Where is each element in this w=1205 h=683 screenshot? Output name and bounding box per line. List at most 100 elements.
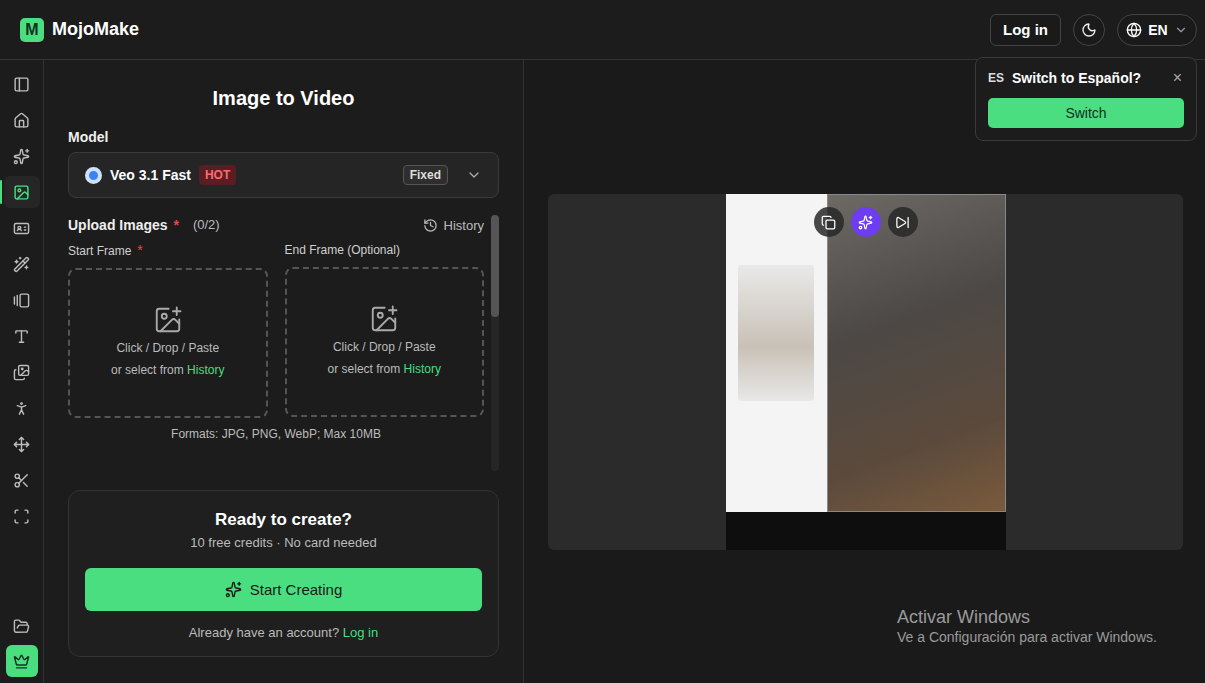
cta-subtitle: 10 free credits · No card needed	[190, 535, 376, 550]
drop-zone[interactable]: Click / Drop / Pasteor select from Histo…	[285, 267, 485, 417]
sidebar-item[interactable]	[4, 68, 40, 100]
watermark-title: Activar Windows	[897, 606, 1157, 628]
expand-icon	[13, 508, 30, 525]
upload-count: (0/2)	[193, 215, 220, 235]
close-button[interactable]: ×	[1171, 70, 1184, 86]
upload-scroll-area: Upload Images *(0/2)HistoryStart Frame *…	[68, 215, 499, 471]
sidebar-item[interactable]	[6, 645, 38, 677]
copy-icon	[821, 215, 836, 230]
example-image	[726, 194, 1006, 550]
activation-watermark: Activar WindowsVe a Configuración para a…	[897, 606, 1157, 646]
image-plus-icon	[369, 304, 399, 334]
frame-label: End Frame (Optional)	[285, 242, 485, 258]
image-video-icon	[13, 184, 30, 201]
home-icon	[13, 112, 30, 129]
sidebar-item[interactable]	[4, 356, 40, 388]
required-mark: *	[133, 242, 142, 258]
sidebar-item[interactable]	[4, 320, 40, 352]
drop-zone[interactable]: Click / Drop / Pasteor select from Histo…	[68, 268, 268, 418]
hot-badge: HOT	[199, 165, 236, 185]
model-name: Veo 3.1 Fast	[110, 167, 191, 183]
scissors-icon	[13, 472, 30, 489]
frame: Start Frame *Click / Drop / Pasteor sele…	[68, 242, 268, 418]
gallery-icon	[13, 292, 30, 309]
scrollbar[interactable]	[491, 215, 499, 471]
sidebar-item[interactable]	[4, 392, 40, 424]
sidebar-item[interactable]	[4, 428, 40, 460]
clock-icon	[423, 218, 438, 233]
sidebar-item[interactable]	[4, 464, 40, 496]
sidebar-item[interactable]	[4, 176, 40, 208]
formats-note: Formats: JPG, PNG, WebP; Max 10MB	[68, 427, 484, 441]
sidebar	[0, 60, 44, 683]
input-column	[726, 194, 827, 512]
panel-icon	[13, 76, 30, 93]
sidebar-item[interactable]	[4, 500, 40, 532]
sidebar-item[interactable]	[4, 140, 40, 172]
globe-icon	[1126, 22, 1142, 38]
frames: Start Frame *Click / Drop / Pasteor sele…	[68, 242, 484, 418]
preview-area	[524, 60, 1205, 683]
sparkles-icon	[858, 215, 873, 230]
history-link[interactable]: History	[187, 363, 224, 377]
history-link[interactable]: History	[404, 362, 441, 376]
wand-icon	[13, 256, 30, 273]
popup-row: ESSwitch to Español?×	[988, 70, 1184, 86]
brand[interactable]: MMojoMake	[20, 18, 139, 42]
sidebar-item[interactable]	[4, 284, 40, 316]
overlay-button[interactable]	[814, 207, 844, 237]
start-label: Start Creating	[250, 581, 343, 598]
theme-button[interactable]	[1073, 14, 1105, 46]
popup-question: Switch to Español?	[1012, 70, 1163, 86]
upload-header: Upload Images * (0/2) History	[68, 215, 484, 235]
sidebar-bottom	[6, 610, 38, 677]
account-prompt: Already have an account? Log in	[189, 625, 378, 640]
generator-panel: Image to VideoModelVeo 3.1 FastHOTFixedU…	[44, 60, 524, 683]
output-image	[827, 194, 1006, 512]
folder-icon	[13, 618, 30, 635]
prompt-strip	[726, 512, 1006, 550]
sidebar-item[interactable]	[6, 610, 38, 642]
move-icon	[13, 436, 30, 453]
body: Image to VideoModelVeo 3.1 FastHOTFixedU…	[0, 60, 1205, 683]
start-button[interactable]: Start Creating	[85, 568, 482, 611]
drop-text: Click / Drop / Pasteor select from Histo…	[111, 337, 224, 381]
upload-section: Upload Images *(0/2)HistoryStart Frame *…	[68, 215, 484, 471]
overlay-button[interactable]	[851, 207, 881, 237]
sidebar-item[interactable]	[4, 104, 40, 136]
header-actions: Log in EN	[990, 14, 1197, 46]
chevron-down-icon	[1174, 23, 1188, 37]
language-label: EN	[1148, 22, 1167, 38]
model-select[interactable]: Veo 3.1 Fast HOT Fixed	[68, 152, 499, 198]
switch-button[interactable]: Switch	[988, 98, 1184, 128]
language-button[interactable]: EN	[1117, 14, 1197, 46]
cta-card: Ready to create? 10 free credits · No car…	[68, 490, 499, 657]
frame: End Frame (Optional) Click / Drop / Paste…	[285, 242, 485, 418]
card-icon	[13, 220, 30, 237]
history-button[interactable]: History	[423, 218, 484, 233]
sidebar-item[interactable]	[4, 248, 40, 280]
crown-icon	[13, 653, 30, 670]
upload-label: Upload Images *	[68, 215, 179, 235]
overlay-button[interactable]	[888, 207, 918, 237]
top-bar: MMojoMake Log in EN	[0, 0, 1205, 60]
login-link[interactable]: Log in	[343, 625, 378, 640]
logo-mark: M	[20, 18, 44, 42]
scrollbar-thumb[interactable]	[491, 215, 499, 317]
fixed-badge: Fixed	[403, 165, 448, 185]
sparkles-icon	[225, 581, 242, 598]
sidebar-item[interactable]	[4, 212, 40, 244]
image-plus-icon	[153, 305, 183, 335]
login-button[interactable]: Log in	[990, 14, 1061, 46]
cta-title: Ready to create?	[215, 509, 352, 531]
watermark-subtitle: Ve a Configuración para activar Windows.	[897, 628, 1157, 646]
preview-panel	[548, 194, 1183, 550]
image-top	[726, 194, 1006, 512]
text-icon	[13, 328, 30, 345]
overlay-actions	[814, 207, 918, 237]
required-mark: *	[170, 217, 179, 233]
chevron-down-icon	[466, 167, 482, 183]
panel-title: Image to Video	[68, 86, 499, 110]
drop-text: Click / Drop / Pasteor select from Histo…	[328, 336, 441, 380]
moon-icon	[1081, 22, 1097, 38]
